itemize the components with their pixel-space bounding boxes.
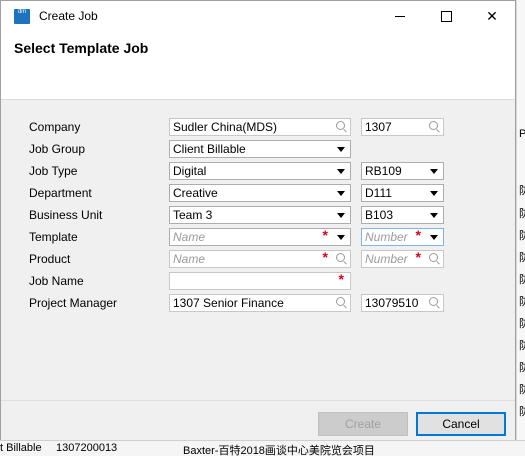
project-manager-label: Project Manager [29, 296, 118, 310]
background-table-row: t Billable 1307200013 Baxter-百特2018画谈中心美… [0, 440, 525, 457]
minimize-button[interactable] [377, 1, 423, 31]
company-field[interactable]: Sudler China(MDS) [169, 118, 351, 136]
search-icon[interactable] [336, 253, 345, 262]
company-label: Company [29, 120, 81, 134]
background-cell: Baxter-百特2018画谈中心美院览会项目 [183, 445, 375, 457]
close-button[interactable]: ✕ [469, 1, 515, 31]
company-value: Sudler China(MDS) [173, 120, 278, 134]
page-title: Select Template Job [14, 40, 149, 56]
chevron-down-icon [430, 213, 438, 218]
required-indicator: * [415, 228, 421, 243]
chevron-down-icon [337, 191, 345, 196]
title-bar[interactable]: dm Create Job ✕ [1, 1, 515, 31]
job-group-label: Job Group [29, 142, 86, 156]
business-unit-code-value: B103 [365, 208, 394, 222]
business-unit-select[interactable]: Team 3 [169, 206, 351, 224]
dialog-footer: Create Cancel [1, 400, 515, 440]
job-group-select[interactable]: Client Billable [169, 140, 351, 158]
job-type-code-value: RB109 [365, 164, 402, 178]
chevron-down-icon [337, 169, 345, 174]
job-group-value: Client Billable [173, 142, 246, 156]
background-right-column: P 防 防 防 防 防 防 防 防 防 防 防 [516, 0, 525, 455]
background-cell: 防 [519, 406, 525, 418]
department-value: Creative [173, 186, 218, 200]
chevron-down-icon [430, 169, 438, 174]
business-unit-code-select[interactable]: B103 [361, 206, 444, 224]
project-manager-field[interactable]: 1307 Senior Finance [169, 294, 351, 312]
window-title: Create Job [39, 9, 98, 23]
cancel-button[interactable]: Cancel [416, 412, 506, 436]
required-indicator: * [338, 272, 344, 287]
project-manager-code-value: 13079510 [365, 296, 419, 310]
department-select[interactable]: Creative [169, 184, 351, 202]
background-cell: 防 [519, 252, 525, 264]
search-icon[interactable] [336, 297, 345, 306]
template-name-select[interactable]: Name * [169, 228, 351, 246]
company-code-field[interactable]: 1307 [361, 118, 444, 136]
job-name-input[interactable]: * [169, 272, 351, 290]
background-cell: 1307200013 [56, 442, 118, 454]
background-cell: 防 [519, 185, 525, 197]
background-cell: t Billable [0, 442, 42, 454]
business-unit-value: Team 3 [173, 208, 213, 222]
background-cell: 防 [519, 208, 525, 220]
department-label: Department [29, 186, 92, 200]
search-icon[interactable] [429, 253, 438, 262]
job-type-value: Digital [173, 164, 207, 178]
project-manager-value: 1307 Senior Finance [173, 296, 284, 310]
create-job-dialog: dm Create Job ✕ Select Template Job Comp… [0, 0, 516, 440]
required-indicator: * [415, 250, 421, 265]
background-cell: 防 [519, 318, 525, 330]
template-name-placeholder: Name [173, 230, 206, 244]
template-number-placeholder: Number [365, 230, 408, 244]
department-code-select[interactable]: D111 [361, 184, 444, 202]
product-name-field[interactable]: Name * [169, 250, 351, 268]
background-cell: 防 [519, 384, 525, 396]
template-label: Template [29, 230, 78, 244]
close-icon: ✕ [486, 7, 498, 24]
job-name-label: Job Name [29, 274, 84, 288]
background-cell: 防 [519, 296, 525, 308]
job-type-select[interactable]: Digital [169, 162, 351, 180]
required-indicator: * [322, 250, 328, 265]
job-type-label: Job Type [29, 164, 78, 178]
app-logo-icon: dm [14, 9, 30, 24]
product-number-field[interactable]: Number * [361, 250, 444, 268]
background-cell: 防 [519, 230, 525, 242]
chevron-down-icon [337, 147, 345, 152]
minimize-icon [395, 15, 405, 17]
product-number-placeholder: Number [365, 252, 408, 266]
search-icon[interactable] [429, 297, 438, 306]
chevron-down-icon [337, 235, 345, 240]
background-cell: 防 [519, 362, 525, 374]
background-cell: P [519, 128, 525, 140]
dialog-header: Select Template Job [1, 31, 515, 100]
maximize-button[interactable] [423, 1, 469, 31]
create-button[interactable]: Create [318, 412, 408, 436]
maximize-icon [440, 10, 452, 22]
product-name-placeholder: Name [173, 252, 206, 266]
department-code-value: D111 [365, 186, 392, 200]
job-type-code-select[interactable]: RB109 [361, 162, 444, 180]
template-number-select[interactable]: Number * [361, 228, 444, 246]
search-icon[interactable] [336, 121, 345, 130]
form-area: Company Sudler China(MDS) 1307 Job Group… [1, 100, 515, 400]
chevron-down-icon [337, 213, 345, 218]
search-icon[interactable] [429, 121, 438, 130]
background-cell: 防 [519, 340, 525, 352]
background-cell: 防 [519, 274, 525, 286]
chevron-down-icon [430, 235, 438, 240]
company-code-value: 1307 [365, 120, 392, 134]
product-label: Product [29, 252, 71, 266]
project-manager-code-field[interactable]: 13079510 [361, 294, 444, 312]
chevron-down-icon [430, 191, 438, 196]
required-indicator: * [322, 228, 328, 243]
business-unit-label: Business Unit [29, 208, 103, 222]
